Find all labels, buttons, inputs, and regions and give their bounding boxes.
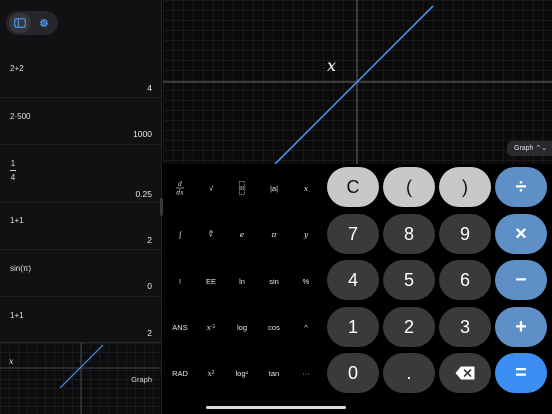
graph-variable-label: x [327,56,337,75]
integral-key[interactable]: ∫ [165,223,195,245]
digit-8-button[interactable]: 8 [383,214,435,254]
clear-button[interactable]: C [327,167,379,207]
variable-y-key[interactable]: y [291,223,321,245]
graph-line [274,5,434,165]
open-paren-button[interactable]: ( [383,167,435,207]
digit-5-button[interactable]: 5 [383,260,435,300]
history-sidebar: 2+2 4 2·500 1000 1 4 0.25 1+1 2 sin(π) 0… [0,0,162,414]
percent-key[interactable]: % [291,270,321,292]
gear-icon [39,18,49,28]
history-item[interactable]: 1+1 2 [0,297,161,342]
divide-button[interactable]: ÷ [495,167,547,207]
fraction-key[interactable] [227,177,257,199]
backspace-button[interactable] [439,353,491,393]
subtract-button[interactable]: − [495,260,547,300]
settings-button[interactable] [33,13,55,33]
sqrt-key[interactable]: √ [196,177,226,199]
home-indicator[interactable] [206,406,346,409]
euler-key[interactable]: e [227,223,257,245]
decimal-point-button[interactable]: . [383,353,435,393]
exponent-key[interactable]: EE [196,270,226,292]
close-paren-button[interactable]: ) [439,167,491,207]
history-item[interactable]: 2·500 1000 [0,98,161,145]
angle-mode-key[interactable]: RAD [165,362,195,384]
history-result: 1000 [133,129,152,139]
fraction-numerator: 1 [10,159,16,168]
sidebar-toolbar [6,11,58,35]
history-expression: 1+1 [10,216,24,225]
svg-text:dx: dx [176,190,184,197]
power-key[interactable]: ^ [291,316,321,338]
history-result: 2 [147,328,152,338]
variable-x-key[interactable]: x [291,177,321,199]
digit-6-button[interactable]: 6 [439,260,491,300]
cube-root-key[interactable]: ∛ [196,223,226,245]
digit-3-button[interactable]: 3 [439,307,491,347]
digit-4-button[interactable]: 4 [327,260,379,300]
digit-2-button[interactable]: 2 [383,307,435,347]
history-fraction: 1 4 [10,159,16,182]
absolute-value-key[interactable]: |a| [259,177,289,199]
history-expression: 1+1 [10,311,24,320]
sin-key[interactable]: sin [259,270,289,292]
derivative-key[interactable]: d dx [165,177,195,199]
reciprocal-key[interactable]: x -1 [196,316,226,338]
square-key[interactable]: x2 [196,362,226,384]
history-item[interactable]: 2+2 4 [0,50,161,98]
ln-key[interactable]: ln [227,270,257,292]
history-item[interactable]: 1+1 2 [0,203,161,250]
history-item[interactable]: 1 4 0.25 [0,145,161,203]
digit-0-button[interactable]: 0 [327,353,379,393]
pi-key[interactable]: π [259,223,289,245]
history-result: 4 [147,83,152,93]
factorial-key[interactable]: ! [165,270,195,292]
history-result: 0 [147,281,152,291]
cos-key[interactable]: cos [259,316,289,338]
scientific-keypad: d dx √ |a| x ∫ ∛ e π y ! EE ln sin % ANS… [163,164,325,414]
history-expression: 2+2 [10,64,24,73]
ans-key[interactable]: ANS [165,316,195,338]
history-expression: sin(π) [10,264,32,273]
history-result: 2 [147,235,152,245]
sidebar-icon [14,18,26,28]
history-expression: 2·500 [10,112,31,121]
main-keypad: C ( ) ÷ 7 8 9 × 4 5 6 − 1 2 3 + 0 . = [325,164,552,414]
graph-mode-dropdown[interactable]: Graph ⌃⌄ [507,141,552,156]
fraction-template-icon [238,181,246,195]
multiply-button[interactable]: × [495,214,547,254]
digit-7-button[interactable]: 7 [327,214,379,254]
add-button[interactable]: + [495,307,547,347]
history-item[interactable]: sin(π) 0 [0,250,161,297]
mini-graph-label: Graph [131,375,152,384]
log-key[interactable]: log [227,316,257,338]
graph-plot [163,0,552,168]
mini-graph-variable: x [9,357,14,366]
digit-1-button[interactable]: 1 [327,307,379,347]
digit-9-button[interactable]: 9 [439,214,491,254]
log-base-key[interactable]: log a [227,362,257,384]
history-result: 0.25 [135,189,152,199]
tan-key[interactable]: tan [259,362,289,384]
equals-button[interactable]: = [495,353,547,393]
fraction-denominator: 4 [10,173,16,182]
fraction-bar [10,170,16,171]
backspace-icon [455,366,475,380]
sidebar-toggle-button[interactable] [9,13,31,33]
graph-canvas[interactable]: x Graph ⌃⌄ [163,0,552,168]
svg-text:d: d [178,181,182,188]
more-functions-key[interactable]: ··· [291,362,321,384]
derivative-icon: d dx [176,181,184,197]
history-graph-thumbnail[interactable]: x Graph [0,342,161,414]
